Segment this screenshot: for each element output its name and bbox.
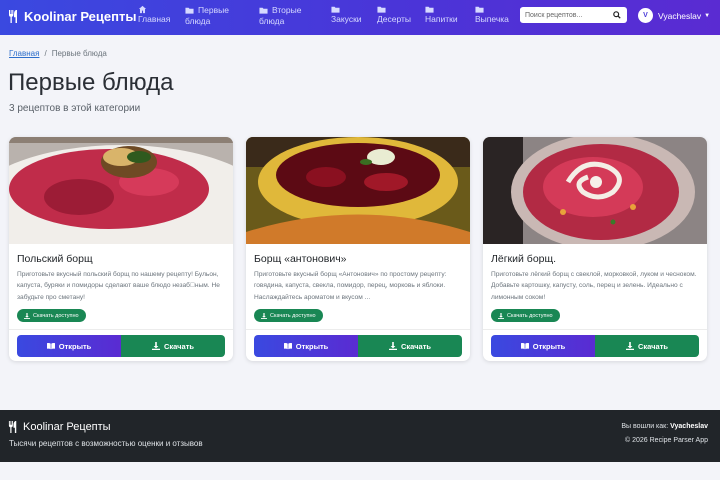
footer-copyright: © 2026 Recipe Parser App bbox=[625, 437, 708, 444]
folder-icon bbox=[475, 6, 484, 13]
utensils-icon bbox=[8, 421, 17, 433]
search-form bbox=[520, 7, 627, 23]
book-open-icon bbox=[46, 342, 55, 350]
recipe-card: Борщ «антонович» Приготовьте вкусный бор… bbox=[246, 137, 470, 361]
nav-item-appetizers[interactable]: Закуски bbox=[331, 5, 362, 25]
nav-item-label: Выпечка bbox=[475, 14, 509, 24]
nav-item-label: Закуски bbox=[331, 14, 362, 24]
recipe-title[interactable]: Польский борщ bbox=[17, 253, 93, 265]
navbar: Koolinar Рецепты Главная Первые блюда Вт… bbox=[0, 0, 720, 35]
open-button[interactable]: Открыть bbox=[491, 335, 595, 357]
download-button[interactable]: Скачать bbox=[595, 335, 699, 357]
nav-item-baking[interactable]: Выпечка bbox=[475, 5, 509, 25]
user-menu[interactable]: V Vyacheslav ▼ bbox=[638, 8, 710, 23]
recipe-card: Лёгкий борщ. Приготовьте лёгкий борщ с с… bbox=[483, 137, 707, 361]
download-button-label: Скачать bbox=[401, 341, 431, 351]
logged-in-prefix: Вы вошли как: bbox=[621, 423, 671, 430]
caret-down-icon: ▼ bbox=[704, 12, 711, 19]
footer-brand: Koolinar Рецепты bbox=[8, 421, 111, 433]
search-input[interactable] bbox=[520, 8, 608, 22]
folder-icon bbox=[425, 6, 434, 13]
open-button-label: Открыть bbox=[58, 341, 92, 351]
logged-in-user: Vyacheslav bbox=[670, 423, 708, 430]
home-icon bbox=[138, 5, 147, 14]
folder-icon bbox=[259, 7, 268, 14]
open-button[interactable]: Открыть bbox=[254, 335, 358, 357]
download-icon bbox=[24, 312, 30, 319]
download-icon bbox=[389, 342, 398, 350]
download-available-badge: Скачать доступно bbox=[491, 309, 560, 322]
divider bbox=[246, 329, 470, 330]
card-actions: Открыть Скачать bbox=[254, 335, 462, 357]
borscht-photo bbox=[246, 137, 470, 244]
nav-item-drinks[interactable]: Напитки bbox=[425, 5, 458, 25]
folder-icon bbox=[185, 7, 194, 14]
recipe-card: Польский борщ Приготовьте вкусный польск… bbox=[9, 137, 233, 361]
download-icon bbox=[626, 342, 635, 350]
recipe-image[interactable] bbox=[483, 137, 707, 244]
badge-label: Скачать доступно bbox=[270, 312, 316, 319]
recipe-description: Приготовьте вкусный борщ «Антонович» по … bbox=[254, 271, 447, 301]
nav-item-label: Главная bbox=[138, 14, 171, 24]
card-actions: Открыть Скачать bbox=[491, 335, 699, 357]
borscht-photo bbox=[483, 137, 707, 244]
badge-label: Скачать доступно bbox=[507, 312, 553, 319]
divider bbox=[9, 329, 233, 330]
nav-item-label: Напитки bbox=[425, 14, 458, 24]
nav-item-desserts[interactable]: Десерты bbox=[377, 5, 411, 25]
breadcrumb-current: Первые блюда bbox=[51, 49, 107, 58]
download-icon bbox=[498, 312, 504, 319]
divider bbox=[483, 329, 707, 330]
page-title: Первые блюда bbox=[8, 69, 174, 96]
recipe-image[interactable] bbox=[9, 137, 233, 244]
open-button-label: Открыть bbox=[295, 341, 329, 351]
footer-logged-in: Вы вошли как: Vyacheslav bbox=[621, 423, 708, 430]
recipe-description: Приготовьте лёгкий борщ с свеклой, морко… bbox=[491, 271, 697, 301]
book-open-icon bbox=[520, 342, 529, 350]
badge-label: Скачать доступно bbox=[33, 312, 79, 319]
nav-item-label-line2: блюда bbox=[259, 16, 285, 26]
nav-item-label-line2: блюда bbox=[185, 16, 211, 26]
recipe-title[interactable]: Борщ «антонович» bbox=[254, 253, 347, 265]
borscht-photo bbox=[9, 137, 233, 244]
breadcrumb: Главная / Первые блюда bbox=[9, 49, 107, 58]
folder-icon bbox=[377, 6, 386, 13]
download-button-label: Скачать bbox=[638, 341, 668, 351]
open-button-label: Открыть bbox=[532, 341, 566, 351]
download-icon bbox=[152, 342, 161, 350]
user-name: Vyacheslav bbox=[658, 10, 702, 21]
brand-text: Koolinar Рецепты bbox=[24, 9, 137, 24]
footer-brand-text: Koolinar Рецепты bbox=[23, 421, 111, 433]
book-open-icon bbox=[283, 342, 292, 350]
recipe-description: Приготовьте вкусный польский борщ по наш… bbox=[17, 271, 220, 301]
avatar: V bbox=[638, 8, 653, 23]
breadcrumb-separator: / bbox=[44, 49, 47, 58]
nav-item-first-courses[interactable]: Первые блюда bbox=[185, 5, 229, 27]
nav-item-home[interactable]: Главная bbox=[138, 5, 170, 25]
download-available-badge: Скачать доступно bbox=[254, 309, 323, 322]
recipe-image[interactable] bbox=[246, 137, 470, 244]
download-icon bbox=[261, 312, 267, 319]
open-button[interactable]: Открыть bbox=[17, 335, 121, 357]
nav-item-label-line1: Первые bbox=[198, 5, 229, 15]
nav-item-label-line1: Вторые bbox=[272, 5, 302, 15]
utensils-icon bbox=[9, 10, 17, 23]
download-button[interactable]: Скачать bbox=[358, 335, 462, 357]
footer: Koolinar Рецепты Тысячи рецептов с возмо… bbox=[0, 410, 720, 462]
folder-icon bbox=[331, 6, 340, 13]
nav-item-label: Десерты bbox=[377, 14, 412, 24]
download-available-badge: Скачать доступно bbox=[17, 309, 86, 322]
card-actions: Открыть Скачать bbox=[17, 335, 225, 357]
nav-item-second-courses[interactable]: Вторые блюда bbox=[259, 5, 301, 27]
search-button[interactable] bbox=[608, 7, 626, 23]
search-icon bbox=[613, 11, 621, 19]
recipe-title[interactable]: Лёгкий борщ. bbox=[491, 253, 556, 265]
breadcrumb-home-link[interactable]: Главная bbox=[9, 49, 39, 58]
page-subtitle: 3 рецептов в этой категории bbox=[9, 103, 141, 114]
footer-tagline: Тысячи рецептов с возможностью оценки и … bbox=[9, 439, 203, 448]
download-button-label: Скачать bbox=[164, 341, 194, 351]
download-button[interactable]: Скачать bbox=[121, 335, 225, 357]
brand-link[interactable]: Koolinar Рецепты bbox=[8, 9, 136, 24]
